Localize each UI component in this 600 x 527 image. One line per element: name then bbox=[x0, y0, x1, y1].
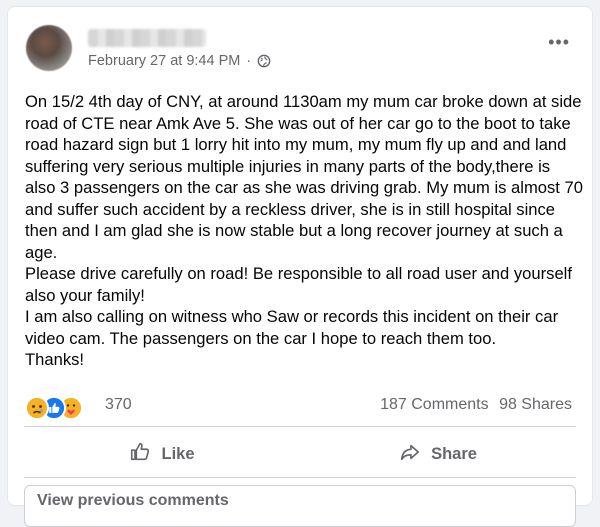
post-meta: February 27 at 9:44 PM · bbox=[88, 53, 271, 69]
shares-count[interactable]: 98 Shares bbox=[499, 396, 572, 413]
reaction-icons[interactable] bbox=[25, 395, 95, 420]
post-paragraph: Thanks! bbox=[25, 350, 85, 369]
comments-count[interactable]: 187 Comments bbox=[380, 396, 489, 413]
post-body: On 15/2 4th day of CNY, at around 1130am… bbox=[25, 91, 585, 371]
post-card: February 27 at 9:44 PM · ••• On 15/2 4th… bbox=[7, 6, 593, 527]
action-bar: Like Share bbox=[24, 434, 576, 474]
globe-icon[interactable] bbox=[257, 54, 271, 68]
post-timestamp[interactable]: February 27 at 9:44 PM bbox=[88, 53, 240, 69]
sad-icon bbox=[25, 396, 49, 420]
reactions-summary: 370 187 Comments 98 Shares bbox=[25, 395, 576, 420]
like-button[interactable]: Like bbox=[24, 434, 300, 474]
reaction-count[interactable]: 370 bbox=[105, 396, 132, 414]
view-previous-comments-link[interactable]: View previous comments bbox=[37, 492, 229, 510]
post-paragraph: On 15/2 4th day of CNY, at around 1130am… bbox=[25, 92, 583, 262]
meta-separator: · bbox=[246, 53, 252, 69]
engagement-stats: 187 Comments 98 Shares bbox=[374, 396, 572, 414]
divider bbox=[24, 426, 576, 427]
more-options-icon[interactable]: ••• bbox=[548, 33, 570, 51]
avatar[interactable] bbox=[26, 25, 72, 71]
post-paragraph: I am also calling on witness who Saw or … bbox=[25, 307, 559, 348]
share-button[interactable]: Share bbox=[300, 434, 576, 474]
post-paragraph: Please drive carefully on road! Be respo… bbox=[25, 264, 572, 305]
comments-section: View previous comments bbox=[24, 485, 576, 527]
share-arrow-icon bbox=[399, 441, 421, 468]
post-header: February 27 at 9:44 PM · ••• bbox=[24, 25, 576, 75]
author-name-redacted[interactable] bbox=[88, 29, 206, 47]
share-label: Share bbox=[431, 444, 477, 463]
divider bbox=[24, 477, 576, 478]
thumbs-up-icon bbox=[129, 441, 151, 468]
like-label: Like bbox=[161, 444, 195, 463]
